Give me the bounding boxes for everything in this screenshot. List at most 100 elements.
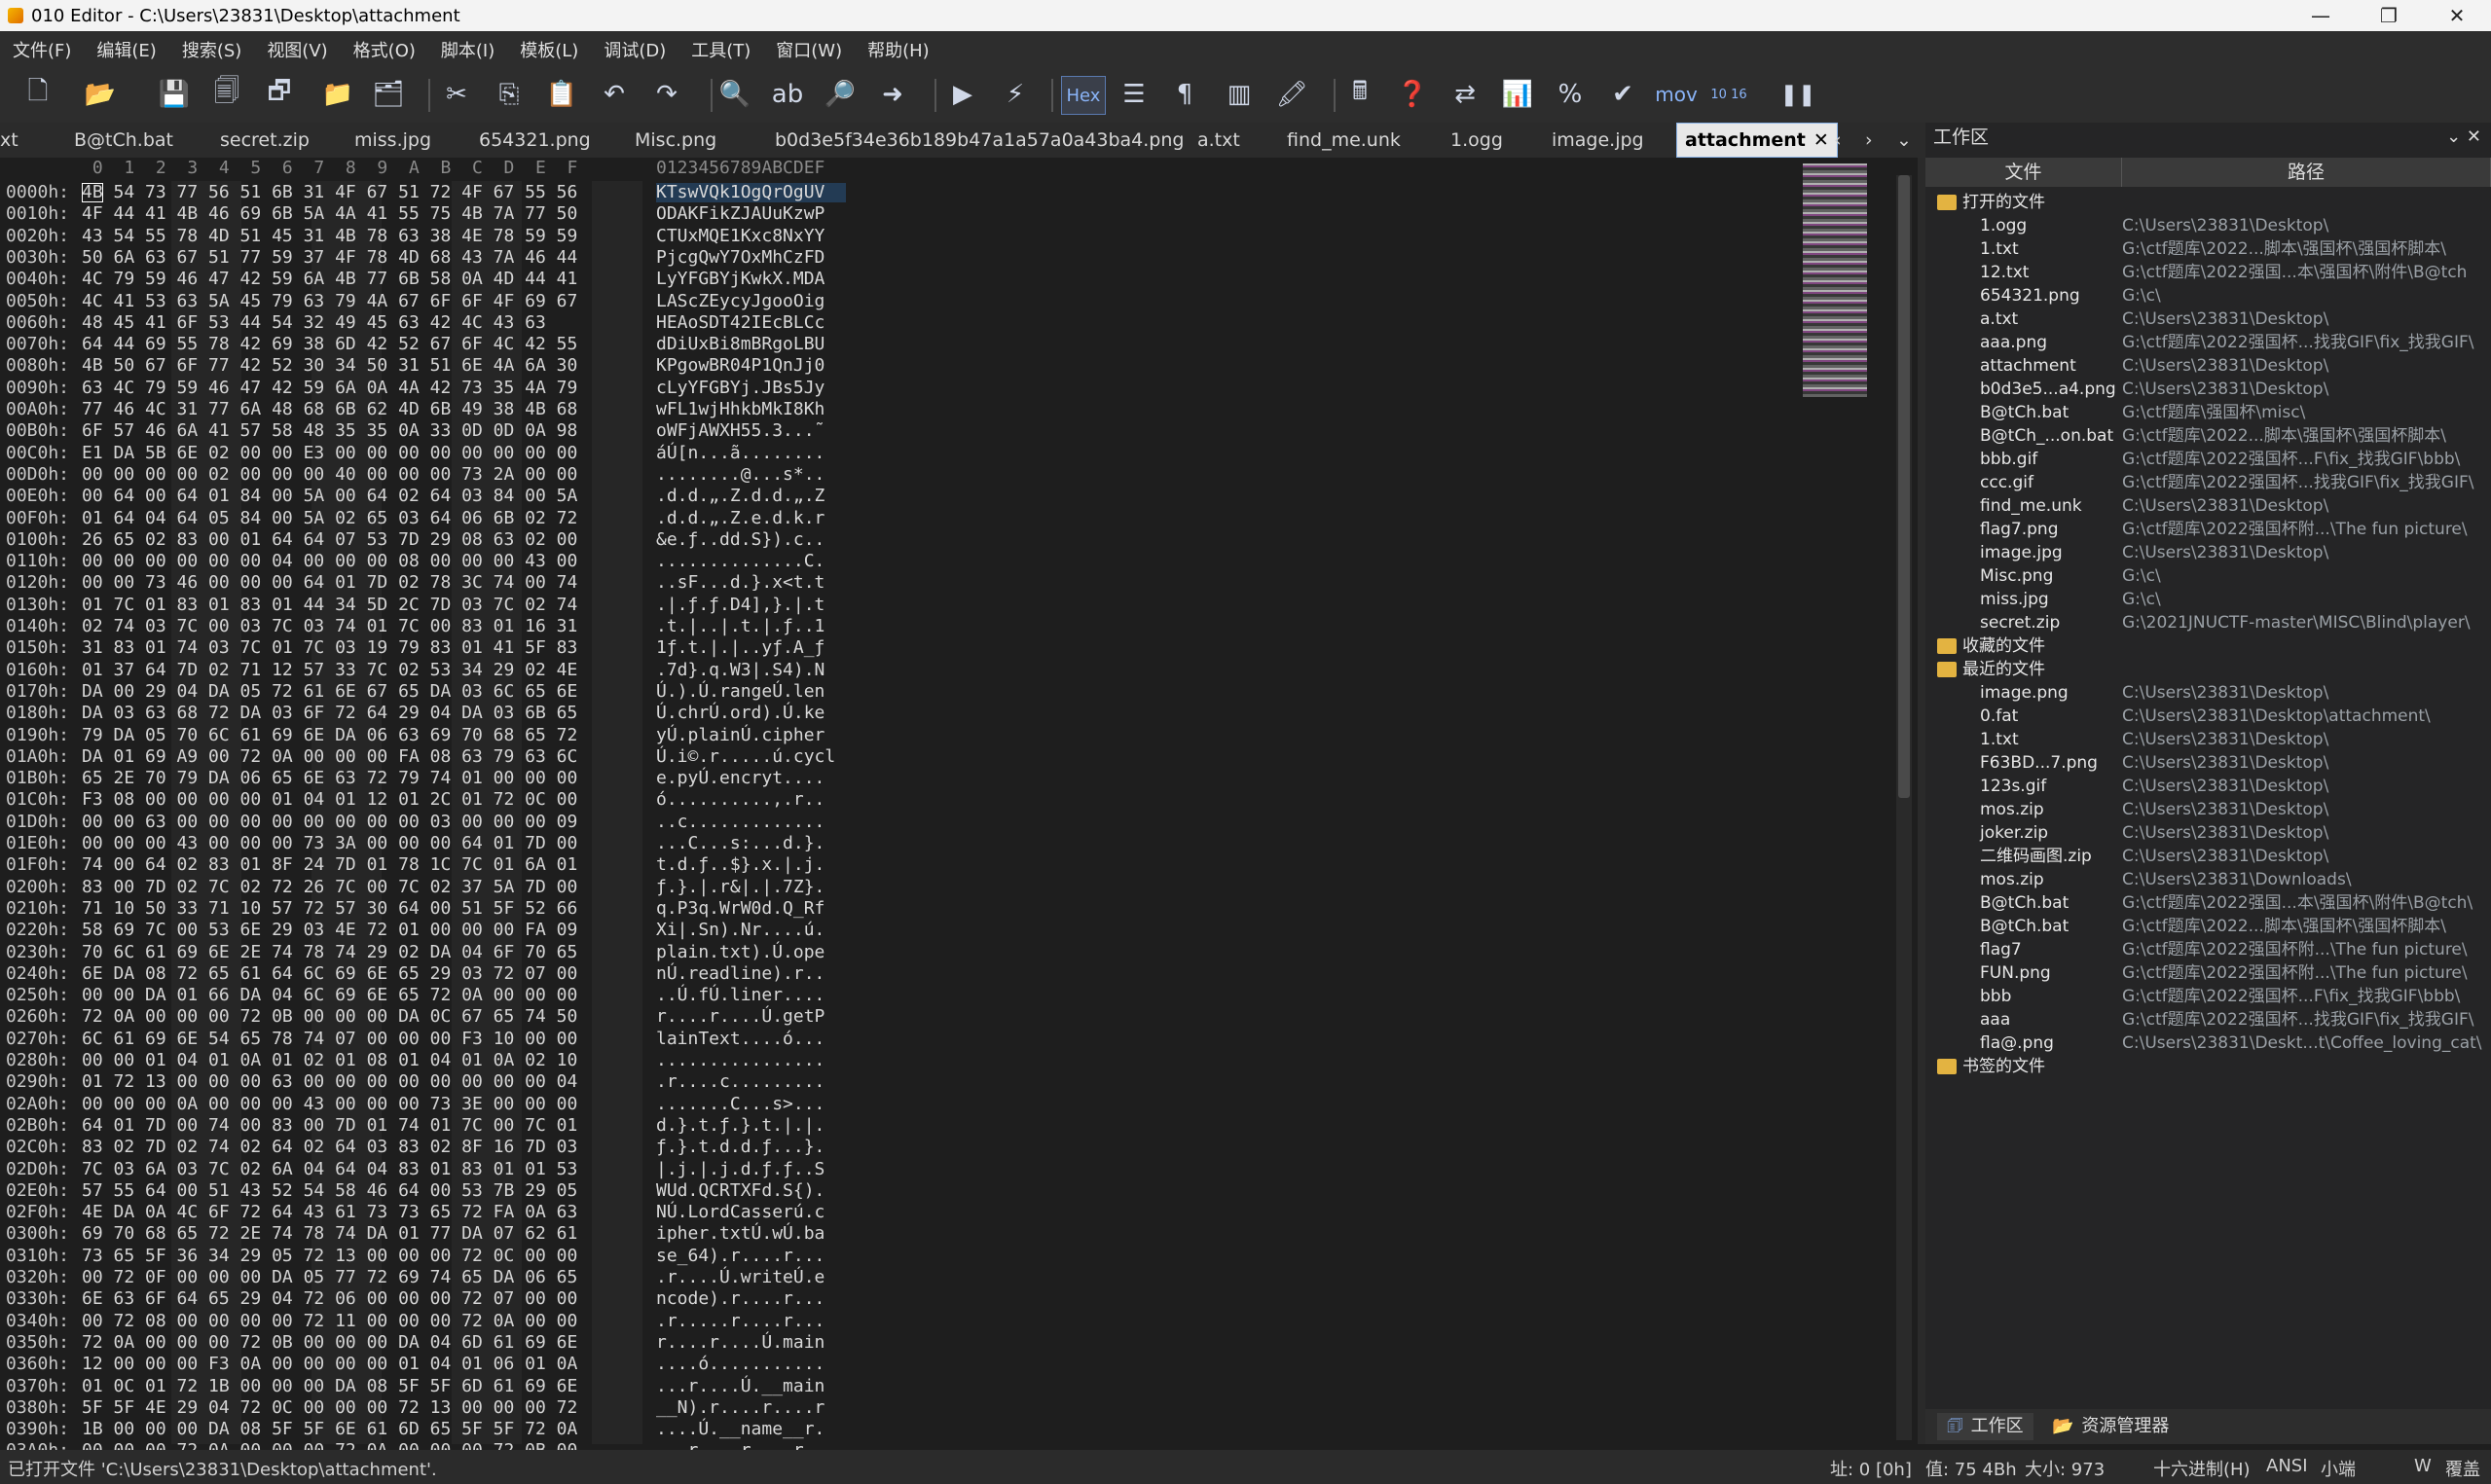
row-hex-bytes[interactable]: 00 72 0F 00 00 00 DA 05 77 72 69 74 65 D… [82,1267,642,1288]
row-hex-bytes[interactable]: 5F 5F 4E 29 04 72 0C 00 00 00 72 13 00 0… [82,1397,642,1419]
tab-scroll-right-icon[interactable]: › [1865,123,1873,158]
open-file-icon[interactable]: 📂 [82,76,119,113]
tree-file[interactable]: secret.zip G:\2021JNUCTF-master\MISC\Blin… [1925,611,2491,634]
menu-item[interactable]: 格式(O) [341,37,428,62]
row-hex-bytes[interactable]: 71 10 50 33 71 10 57 72 57 30 64 00 51 5… [82,898,642,920]
row-ascii[interactable]: ..Ú.fÚ.liner.... [656,985,851,1006]
menu-item[interactable]: 模板(L) [507,37,591,62]
row-ascii[interactable]: .t.|..|.t.|.ƒ..1 [656,616,851,637]
row-hex-bytes[interactable]: 4E DA 0A 4C 6F 72 64 43 61 73 73 65 72 F… [82,1202,642,1223]
tree-folder[interactable]: 书签的文件 [1925,1055,2491,1078]
row-ascii[interactable]: KTswVQk1OgQrOgUV [656,182,851,203]
menu-item[interactable]: 编辑(E) [84,37,168,62]
tree-folder[interactable]: 打开的文件 [1925,191,2491,214]
row-hex-bytes[interactable]: 7C 03 6A 03 7C 02 6A 04 64 04 83 01 83 0… [82,1159,642,1180]
tree-file[interactable]: 654321.png G:\c\ [1925,284,2491,308]
row-ascii[interactable]: KPgowBR04P1QnJj0 [656,355,851,377]
row-ascii[interactable]: |.j.|.j.d.ƒ.ƒ..S [656,1159,851,1180]
compare-icon[interactable]: ⇄ [1447,76,1484,113]
paste-icon[interactable]: 📋 [543,76,580,113]
row-hex-bytes[interactable]: E1 DA 5B 6E 02 00 00 E3 00 00 00 00 00 0… [82,443,642,464]
row-ascii[interactable]: lainText....ó... [656,1029,851,1050]
status-width[interactable]: W [2414,1456,2432,1476]
row-hex-bytes[interactable]: 6E 63 6F 64 65 29 04 72 06 00 00 00 72 0… [82,1288,642,1310]
row-hex-bytes[interactable]: 64 44 69 55 78 42 69 38 6D 42 52 67 6F 4… [82,334,642,355]
convert-icon[interactable]: 10 16 [1709,76,1748,113]
row-hex-bytes[interactable]: 83 00 7D 02 7C 02 72 26 7C 00 7C 02 37 5… [82,877,642,898]
row-ascii[interactable]: ................ [656,1050,851,1071]
row-hex-bytes[interactable]: 79 DA 05 70 6C 61 69 6E DA 06 63 69 70 6… [82,725,642,746]
row-ascii[interactable]: d.}.t.ƒ.}.t.|.|. [656,1115,851,1137]
row-ascii[interactable]: dDiUxBi8mBRgoLBU [656,334,851,355]
menu-item[interactable]: 视图(V) [254,37,340,62]
tree-file[interactable]: fla@.png C:\Users\23831\Deskt...t\Coffee_… [1925,1032,2491,1055]
tree-file[interactable]: 1.txt G:\ctf题库\2022...脚本\强国杯\强国杯脚本\ [1925,237,2491,261]
row-hex-bytes[interactable]: 63 4C 79 59 46 47 42 59 6A 0A 4A 42 73 3… [82,378,642,399]
tree-file[interactable]: a.txt C:\Users\23831\Desktop\ [1925,308,2491,331]
row-hex-bytes[interactable]: 12 00 00 00 F3 0A 00 00 00 00 01 04 01 0… [82,1354,642,1375]
status-endian[interactable]: 小端 [2321,1456,2356,1481]
tab-file[interactable]: image.jpg [1552,123,1644,158]
row-hex-bytes[interactable]: 74 00 64 02 83 01 8F 24 7D 01 78 1C 7C 0… [82,854,642,876]
tree-file[interactable]: B@tCh.bat G:\ctf题库\2022强国...本\强国杯\附件\B@tc… [1925,891,2491,915]
save-all-icon[interactable]: 🗗 [261,76,298,113]
close-icon[interactable]: ✕ [1813,129,1829,151]
row-ascii[interactable]: cLyYFGBYj.JBs5Jy [656,378,851,399]
tab-file[interactable]: a.txt [1197,123,1240,158]
row-hex-bytes[interactable]: 69 70 68 65 72 2E 74 78 74 DA 01 77 DA 0… [82,1223,642,1245]
row-ascii[interactable]: se_64).r....r... [656,1246,851,1267]
row-ascii[interactable]: Xi|.Sn).Nr....ú. [656,920,851,941]
row-ascii[interactable]: ó..........,.r.. [656,789,851,811]
row-ascii[interactable]: ..c............. [656,812,851,833]
row-ascii[interactable]: ..............C. [656,551,851,572]
row-ascii[interactable]: WUd.QCRTXFd.S{). [656,1180,851,1202]
tree-file[interactable]: b0d3e5...a4.png C:\Users\23831\Desktop\ [1925,378,2491,401]
tab-scroll-left-icon[interactable]: ‹ [1834,123,1842,158]
hex-mode-icon[interactable]: Hex [1061,76,1106,115]
row-ascii[interactable]: .r....Ú.writeÚ.e [656,1267,851,1288]
row-ascii[interactable]: NÚ.LordCasserú.c [656,1202,851,1223]
row-ascii[interactable]: ipher.txtÚ.wÚ.ba [656,1223,851,1245]
row-hex-bytes[interactable]: 43 54 55 78 4D 51 45 31 4B 78 63 38 4E 7… [82,226,642,247]
tree-folder[interactable]: 收藏的文件 [1925,634,2491,658]
row-ascii[interactable]: ƒ.}.t.d.d.ƒ...}. [656,1137,851,1158]
tree-file[interactable]: aaa.png G:\ctf题库\2022强国杯...找我GIF\fix_找我GI… [1925,331,2491,354]
row-ascii[interactable]: .......C...s>... [656,1094,851,1115]
tree-file[interactable]: 1.ogg C:\Users\23831\Desktop\ [1925,214,2491,237]
tree-folder[interactable]: 最近的文件 [1925,658,2491,681]
tree-file[interactable]: attachment C:\Users\23831\Desktop\ [1925,354,2491,378]
row-hex-bytes[interactable]: F3 08 00 00 00 00 01 04 01 12 01 2C 01 7… [82,789,642,811]
menu-item[interactable]: 窗口(W) [763,37,855,62]
panel-splitter[interactable] [1918,158,1925,1444]
tab-file[interactable]: b0d3e5f34e36b189b47a1a57a0a43ba4.png [775,123,1184,158]
tree-file[interactable]: FUN.png G:\ctf题库\2022强国杯附...\The fun pict… [1925,961,2491,985]
row-ascii[interactable]: ƒ.}.|.r&|.|.7Z}. [656,877,851,898]
row-hex-bytes[interactable]: 00 64 00 64 01 84 00 5A 00 64 02 64 03 8… [82,486,642,507]
row-ascii[interactable]: .d.d.„.Z.d.d.„.Z [656,486,851,507]
calculator-icon[interactable]: 🖩 [1341,76,1378,113]
tree-file[interactable]: 二维码画图.zip C:\Users\23831\Desktop\ [1925,845,2491,868]
verify-icon[interactable]: ✔ [1604,76,1641,113]
row-ascii[interactable]: yÚ.plainÚ.cipher [656,725,851,746]
tab-file[interactable]: attachment ✕ [1676,123,1838,158]
row-ascii[interactable]: Ú.).Ú.rangeÚ.len [656,681,851,703]
columns-icon[interactable]: ▥ [1221,76,1258,113]
run-script-icon[interactable]: ▶ [944,76,981,113]
tree-file[interactable]: bbb.gif G:\ctf题库\2022强国杯...F\fix_找我GIF\bb… [1925,448,2491,471]
row-ascii[interactable]: ....Ú.__name__r. [656,1419,851,1440]
row-ascii[interactable]: HEAoSDT42IEcBLCc [656,312,851,334]
row-ascii[interactable]: .r.....r....r... [656,1311,851,1332]
row-ascii[interactable]: plain.txt).Ú.ope [656,942,851,963]
status-address[interactable]: 址: 0 [0h] [1830,1456,1912,1481]
histogram-icon[interactable]: 📊 [1499,76,1536,113]
tree-file[interactable]: ccc.gif G:\ctf题库\2022强国杯...找我GIF\fix_找我GI… [1925,471,2491,494]
row-hex-bytes[interactable]: 70 6C 61 69 6E 2E 74 78 74 29 02 DA 04 6… [82,942,642,963]
row-ascii[interactable]: __N).r....r....r [656,1397,851,1419]
save-as-icon[interactable]: 🗐 [208,76,245,113]
save-icon[interactable]: 💾 [156,76,193,113]
row-hex-bytes[interactable]: 72 0A 00 00 00 72 0B 00 00 00 DA 04 6D 6… [82,1332,642,1354]
tab-workspace[interactable]: 🗊 工作区 [1937,1413,2033,1440]
status-value[interactable]: 值: 75 4Bh [1925,1456,2017,1481]
row-ascii[interactable]: ncode).r....r... [656,1288,851,1310]
row-ascii[interactable]: Ú.chrÚ.ord).Ú.ke [656,703,851,724]
